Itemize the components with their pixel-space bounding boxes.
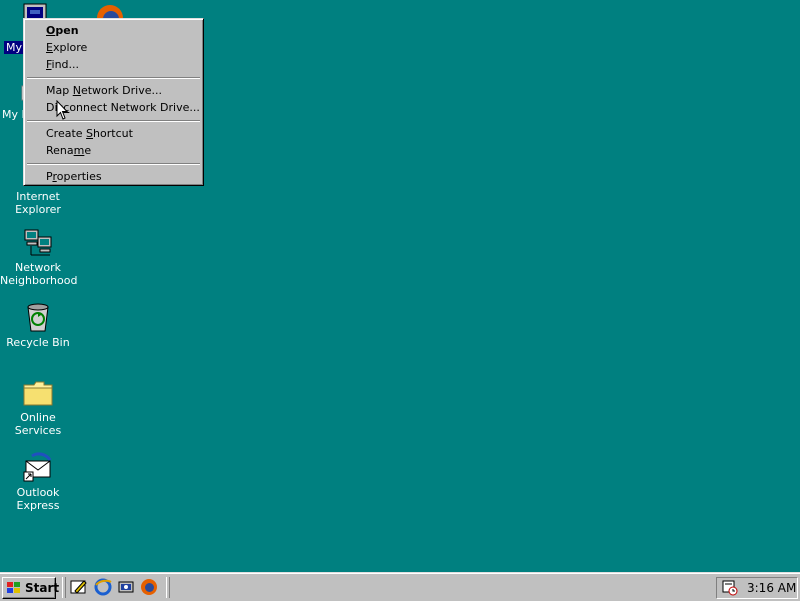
- network-neighborhood-icon: [24, 229, 52, 256]
- desktop-icon-outlook-express[interactable]: Outlook Express: [0, 452, 76, 512]
- desktop-icon-internet-explorer[interactable]: Internet Explorer: [0, 188, 76, 216]
- desktop-icon-label: Internet: [16, 190, 60, 203]
- menu-item-create-shortcut[interactable]: Create Shortcut: [46, 125, 133, 142]
- desktop-icon-online-services[interactable]: Online Services: [0, 377, 76, 437]
- mouse-cursor-icon: [56, 100, 69, 120]
- desktop-icon-label: Network: [15, 261, 61, 274]
- start-label: Start: [25, 581, 60, 595]
- desktop-icon-label: Recycle Bin: [6, 336, 70, 349]
- toolbar-grip[interactable]: [166, 577, 170, 598]
- desktop-icon-recycle-bin[interactable]: Recycle Bin: [0, 302, 76, 349]
- context-menu: Open Explore Find... Map Network Drive..…: [23, 18, 204, 186]
- desktop-icon-label: My: [4, 41, 25, 54]
- menu-item-rename[interactable]: Rename: [46, 142, 91, 159]
- menu-item-properties[interactable]: Properties: [46, 168, 102, 185]
- desktop-icon-label: Neighborhood: [0, 274, 78, 287]
- desktop-icon-label: Online: [20, 411, 56, 424]
- toolbar-grip[interactable]: [62, 577, 66, 598]
- outlook-express-icon: [23, 452, 52, 482]
- desktop-icon-label: Services: [14, 424, 62, 437]
- desktop-icon-label: Explorer: [15, 203, 61, 216]
- start-button[interactable]: Start: [2, 577, 60, 599]
- windows-logo-icon: [7, 582, 20, 593]
- taskbar: Start 3:16 AM: [0, 572, 800, 601]
- menu-item-find[interactable]: Find...: [46, 56, 79, 73]
- menu-separator: [27, 120, 200, 122]
- firefox-icon: [97, 5, 123, 18]
- system-tray: 3:16 AM: [716, 577, 798, 599]
- internet-explorer-icon[interactable]: [94, 578, 112, 596]
- desktop-edit-icon[interactable]: [70, 578, 88, 596]
- menu-item-explore[interactable]: Explore: [46, 39, 87, 56]
- firefox-icon[interactable]: [140, 578, 158, 596]
- menu-item-open[interactable]: Open: [46, 22, 79, 39]
- desktop-icon-label: Express: [16, 499, 60, 512]
- menu-separator: [27, 163, 200, 165]
- menu-separator: [27, 77, 200, 79]
- folder-icon: [23, 381, 53, 406]
- desktop-icon-label: Outlook: [16, 486, 60, 499]
- recycle-bin-icon: [27, 303, 49, 332]
- desktop-icon-firefox[interactable]: [92, 2, 128, 18]
- menu-item-map-network-drive[interactable]: Map Network Drive...: [46, 82, 162, 99]
- clock[interactable]: 3:16 AM: [747, 578, 796, 598]
- task-scheduler-icon[interactable]: [722, 580, 738, 596]
- desktop-icon-network-neighborhood[interactable]: Network Neighborhood: [0, 227, 78, 287]
- channels-icon[interactable]: [117, 578, 135, 596]
- menu-item-disconnect-network-drive[interactable]: Disconnect Network Drive...: [46, 99, 200, 116]
